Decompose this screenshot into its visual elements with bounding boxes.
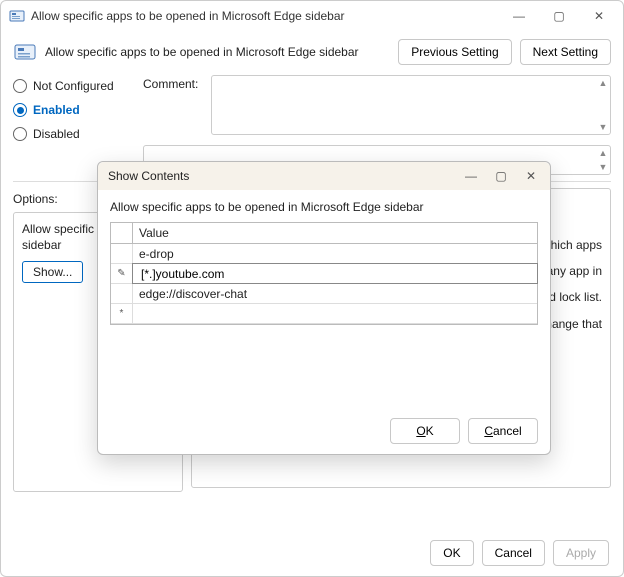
dialog-cancel-button[interactable]: Cancel [468,418,538,444]
radio-not-configured[interactable]: Not Configured [13,79,133,93]
titlebar: Allow specific apps to be opened in Micr… [1,1,623,31]
comment-label: Comment: [143,75,203,141]
new-row-marker-icon: * [111,304,133,323]
policy-icon [13,40,37,64]
window-maximize-button[interactable]: ▢ [539,2,579,30]
main-footer: OK Cancel Apply [430,540,609,566]
radio-icon [13,103,27,117]
show-button[interactable]: Show... [22,261,83,283]
radio-label: Disabled [33,127,80,141]
grid-header: Value [111,223,537,244]
window-title: Allow specific apps to be opened in Micr… [9,8,499,24]
comment-textarea[interactable]: ▲ ▼ [211,75,611,135]
dialog-label: Allow specific apps to be opened in Micr… [110,200,538,214]
scroll-down-icon[interactable]: ▼ [597,121,609,133]
window-close-button[interactable]: ✕ [579,2,619,30]
grid-row[interactable]: e-drop [111,244,537,264]
scroll-up-icon[interactable]: ▲ [597,77,609,89]
gpo-editor-window: Allow specific apps to be opened in Micr… [0,0,624,577]
row-marker [111,284,133,303]
policy-icon [9,8,25,24]
next-setting-button[interactable]: Next Setting [520,39,611,65]
dialog-footer: OK Cancel [98,410,550,454]
dialog-ok-button[interactable]: OK [390,418,460,444]
show-contents-dialog: Show Contents — ▢ ✕ Allow specific apps … [97,161,551,455]
grid-cell[interactable]: e-drop [133,244,537,263]
radio-disabled[interactable]: Disabled [13,127,133,141]
radio-label: Enabled [33,103,80,117]
grid-cell[interactable] [133,304,537,323]
dialog-title: Show Contents [108,169,456,183]
cancel-button[interactable]: Cancel [482,540,545,566]
dialog-titlebar: Show Contents — ▢ ✕ [98,162,550,190]
radio-label: Not Configured [33,79,114,93]
state-radio-group: Not Configured Enabled Disabled [13,75,133,141]
grid-cell-input[interactable] [139,266,531,282]
grid-cell[interactable]: edge://discover-chat [133,284,537,303]
window-minimize-button[interactable]: — [499,2,539,30]
radio-icon [13,79,27,93]
scroll-down-icon[interactable]: ▼ [597,161,609,173]
policy-title: Allow specific apps to be opened in Micr… [45,45,390,59]
header-row: Allow specific apps to be opened in Micr… [1,31,623,69]
value-grid: Value e-drop ✎ edge://discover-chat [110,222,538,325]
dialog-maximize-button[interactable]: ▢ [486,162,516,190]
scroll-up-icon[interactable]: ▲ [597,147,609,159]
row-marker [111,244,133,263]
dialog-minimize-button[interactable]: — [456,162,486,190]
grid-cell-editing[interactable] [132,263,538,284]
previous-setting-button[interactable]: Previous Setting [398,39,511,65]
grid-row[interactable]: edge://discover-chat [111,284,537,304]
grid-row[interactable]: ✎ [111,264,537,284]
dialog-close-button[interactable]: ✕ [516,162,546,190]
apply-button[interactable]: Apply [553,540,609,566]
grid-header-value: Value [133,223,537,243]
radio-icon [13,127,27,141]
grid-header-marker [111,223,133,243]
grid-row-new[interactable]: * [111,304,537,324]
radio-enabled[interactable]: Enabled [13,103,133,117]
ok-button[interactable]: OK [430,540,473,566]
edit-marker-icon: ✎ [111,264,133,283]
